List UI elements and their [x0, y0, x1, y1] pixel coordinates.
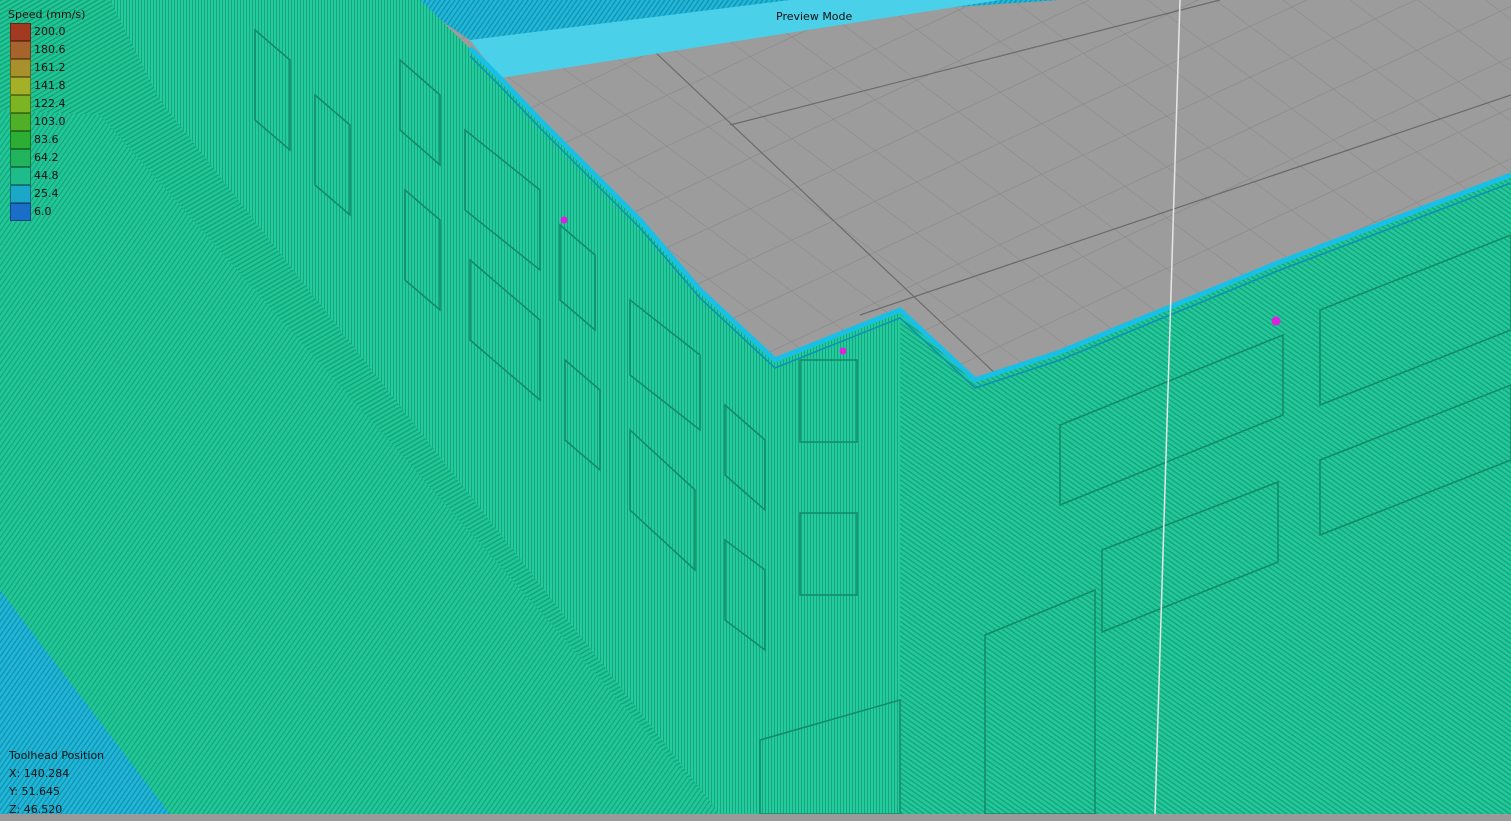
legend-swatch	[10, 95, 31, 113]
legend-item: 103.0	[8, 113, 85, 131]
legend-label: 122.4	[34, 97, 66, 110]
legend-item: 200.0	[8, 23, 85, 41]
legend-label: 6.0	[34, 205, 52, 218]
legend-item: 44.8	[8, 167, 85, 185]
legend-swatch	[10, 149, 31, 167]
legend-label: 25.4	[34, 187, 59, 200]
legend-item: 161.2	[8, 59, 85, 77]
legend-label: 44.8	[34, 169, 59, 182]
legend-swatch	[10, 167, 31, 185]
legend-swatch	[10, 113, 31, 131]
legend-label: 141.8	[34, 79, 66, 92]
legend-item: 122.4	[8, 95, 85, 113]
legend-label: 161.2	[34, 61, 66, 74]
legend-swatch	[10, 41, 31, 59]
legend-label: 64.2	[34, 151, 59, 164]
legend-swatch	[10, 77, 31, 95]
legend-item: 25.4	[8, 185, 85, 203]
speed-legend: Speed (mm/s) 200.0 180.6 161.2 141.8 122.4 10…	[8, 8, 85, 221]
toolhead-x: X: 140.284	[9, 767, 70, 780]
legend-label: 180.6	[34, 43, 66, 56]
legend-swatch	[10, 185, 31, 203]
legend-swatch	[10, 23, 31, 41]
toolhead-z: Z: 46.520	[9, 803, 63, 816]
legend-swatch	[10, 131, 31, 149]
legend-swatch	[10, 59, 31, 77]
toolhead-position-panel: Toolhead Position X: 140.284 Y: 51.645 Z…	[9, 749, 104, 821]
legend-label: 103.0	[34, 115, 66, 128]
legend-label: 83.6	[34, 133, 59, 146]
legend-item: 180.6	[8, 41, 85, 59]
toolhead-title: Toolhead Position	[9, 749, 105, 762]
legend-rows: 200.0 180.6 161.2 141.8 122.4 103.0 83.6 64.2 44…	[8, 23, 85, 221]
toolhead-y: Y: 51.645	[9, 785, 60, 798]
legend-item: 6.0	[8, 203, 85, 221]
legend-item: 83.6	[8, 131, 85, 149]
legend-item: 64.2	[8, 149, 85, 167]
legend-item: 141.8	[8, 77, 85, 95]
legend-label: 200.0	[34, 25, 66, 38]
legend-swatch	[10, 203, 31, 221]
seam-marker[interactable]	[560, 216, 568, 224]
preview-mode-label: Preview Mode	[776, 10, 853, 23]
3d-scene[interactable]	[0, 0, 1511, 814]
corner-pillar-side	[900, 310, 975, 814]
seam-marker[interactable]	[1271, 316, 1281, 326]
print-preview-viewport[interactable]: Preview Mode Speed (mm/s) 200.0 180.6 161.…	[0, 0, 1511, 816]
seam-marker[interactable]	[839, 347, 847, 355]
legend-title: Speed (mm/s)	[8, 8, 86, 21]
